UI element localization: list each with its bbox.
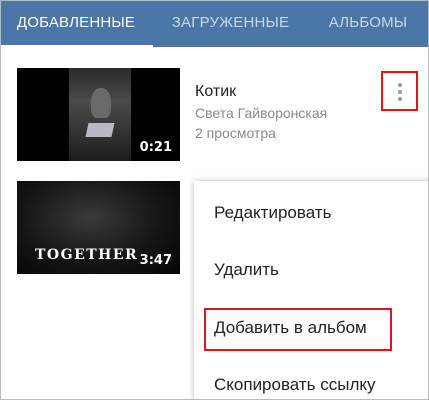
active-tab-indicator xyxy=(1,45,153,48)
more-icon-dot xyxy=(398,97,402,101)
cat-shape xyxy=(91,88,111,118)
tab-bar: ДОБАВЛЕННЫЕ ЗАГРУЖЕННЫЕ АЛЬБОМЫ xyxy=(1,1,428,48)
more-icon-dot xyxy=(398,90,402,94)
tab-uploaded[interactable]: ЗАГРУЖЕННЫЕ xyxy=(158,1,303,47)
box-shape xyxy=(85,123,115,137)
video-duration: 3:47 xyxy=(139,253,172,268)
video-author: Света Гайворонская xyxy=(195,105,328,121)
menu-item-delete[interactable]: Удалить xyxy=(214,260,279,280)
cat-thumbnail-image xyxy=(69,68,131,161)
video-views: 2 просмотра xyxy=(195,125,276,141)
app-frame: ДОБАВЛЕННЫЕ ЗАГРУЖЕННЫЕ АЛЬБОМЫ 0:21 Кот… xyxy=(0,0,429,400)
video-duration: 0:21 xyxy=(139,140,172,155)
tab-albums[interactable]: АЛЬБОМЫ xyxy=(313,1,423,47)
thumbnail-overlay-text: TOGETHER xyxy=(35,247,139,263)
menu-item-edit[interactable]: Редактировать xyxy=(214,203,331,223)
video-title[interactable]: Котик xyxy=(195,83,236,101)
video-thumbnail-2[interactable]: TOGETHER 3:47 xyxy=(17,181,180,274)
tab-added[interactable]: ДОБАВЛЕННЫЕ xyxy=(1,1,151,47)
context-menu: Редактировать Удалить Добавить в альбом … xyxy=(194,181,428,399)
menu-item-copy-link[interactable]: Скопировать ссылку xyxy=(214,375,376,395)
menu-item-add-to-album[interactable]: Добавить в альбом xyxy=(214,318,367,338)
more-options-button[interactable] xyxy=(381,71,418,111)
more-icon-dot xyxy=(398,83,402,87)
video-thumbnail-1[interactable]: 0:21 xyxy=(17,68,180,161)
